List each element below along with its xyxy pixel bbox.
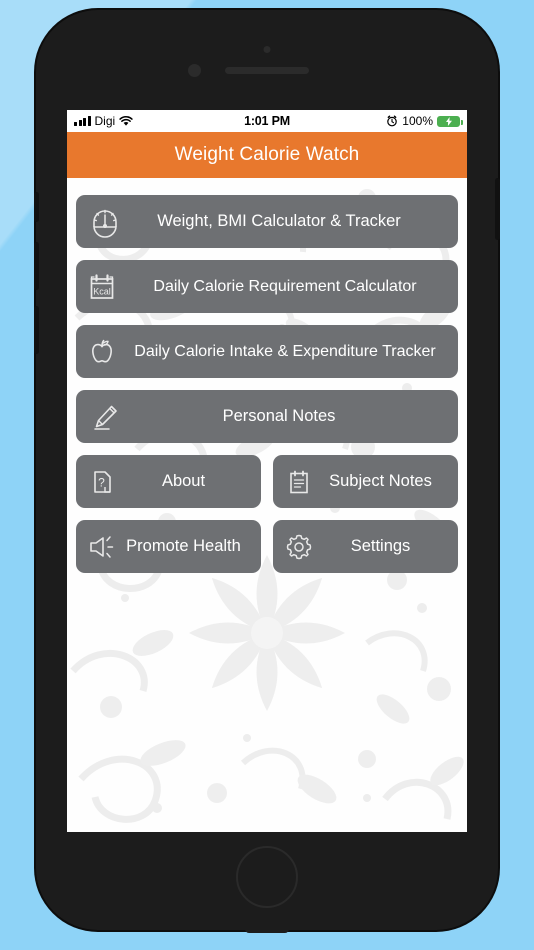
menu-button-subject-notes[interactable]: Subject Notes xyxy=(273,455,458,508)
page-title: Weight Calorie Watch xyxy=(174,144,360,165)
apple-icon xyxy=(80,325,124,378)
menu-button-label: Subject Notes xyxy=(329,472,432,490)
speedometer-icon xyxy=(80,195,130,248)
menu-button-personal-notes[interactable]: Personal Notes xyxy=(76,390,458,443)
status-bar: Digi 1:01 PM 100% xyxy=(67,110,467,132)
menu-button-list: Weight, BMI Calculator & Tracker Kcal Da xyxy=(67,178,467,573)
front-camera xyxy=(188,64,201,77)
menu-grid-row-2: Promote Health Settings xyxy=(76,520,458,573)
main-content: Weight, BMI Calculator & Tracker Kcal Da xyxy=(67,178,467,832)
volume-up-button[interactable] xyxy=(34,306,39,354)
home-button[interactable] xyxy=(236,846,298,908)
phone-device: Digi 1:01 PM 100% Weight Calorie Watch W… xyxy=(34,10,500,930)
volume-down-button[interactable] xyxy=(34,242,39,290)
menu-button-label: Promote Health xyxy=(126,537,241,555)
power-button[interactable] xyxy=(495,178,500,240)
question-mark-glyph: ? xyxy=(98,475,105,489)
menu-button-about[interactable]: ? About xyxy=(76,455,261,508)
speaker-icon xyxy=(80,520,124,573)
menu-button-label: Weight, BMI Calculator & Tracker xyxy=(157,212,401,230)
gear-icon xyxy=(277,520,321,573)
proximity-sensor xyxy=(263,46,271,53)
kcal-icon-text: Kcal xyxy=(93,286,111,296)
app-nav-bar: Weight Calorie Watch xyxy=(67,132,467,178)
phone-screen: Digi 1:01 PM 100% Weight Calorie Watch W… xyxy=(67,110,467,832)
menu-button-daily-calorie-intake-expenditure-tracker[interactable]: Daily Calorie Intake & Expenditure Track… xyxy=(76,325,458,378)
menu-button-promote-health[interactable]: Promote Health xyxy=(76,520,261,573)
menu-button-label: Settings xyxy=(350,537,411,555)
status-bar-clock: 1:01 PM xyxy=(244,114,290,128)
menu-grid-row-1: ? About Subject Notes xyxy=(76,455,458,508)
pencil-icon xyxy=(80,390,130,443)
battery-charging-icon xyxy=(437,115,463,127)
menu-button-label: Daily Calorie Intake & Expenditure Track… xyxy=(134,342,436,360)
menu-button-label: About xyxy=(161,472,206,490)
kcal-calendar-icon: Kcal xyxy=(80,260,124,313)
document-question-icon: ? xyxy=(80,455,124,508)
menu-button-label: Daily Calorie Requirement Calculator xyxy=(153,277,417,295)
menu-button-label: Personal Notes xyxy=(222,407,336,425)
menu-button-settings[interactable]: Settings xyxy=(273,520,458,573)
earpiece-speaker xyxy=(225,67,309,74)
menu-button-daily-calorie-requirement-calculator[interactable]: Kcal Daily Calorie Requirement Calculato… xyxy=(76,260,458,313)
silent-switch-button[interactable] xyxy=(34,192,39,222)
clipboard-icon xyxy=(277,455,321,508)
menu-button-weight-bmi-calculator-tracker[interactable]: Weight, BMI Calculator & Tracker xyxy=(76,195,458,248)
